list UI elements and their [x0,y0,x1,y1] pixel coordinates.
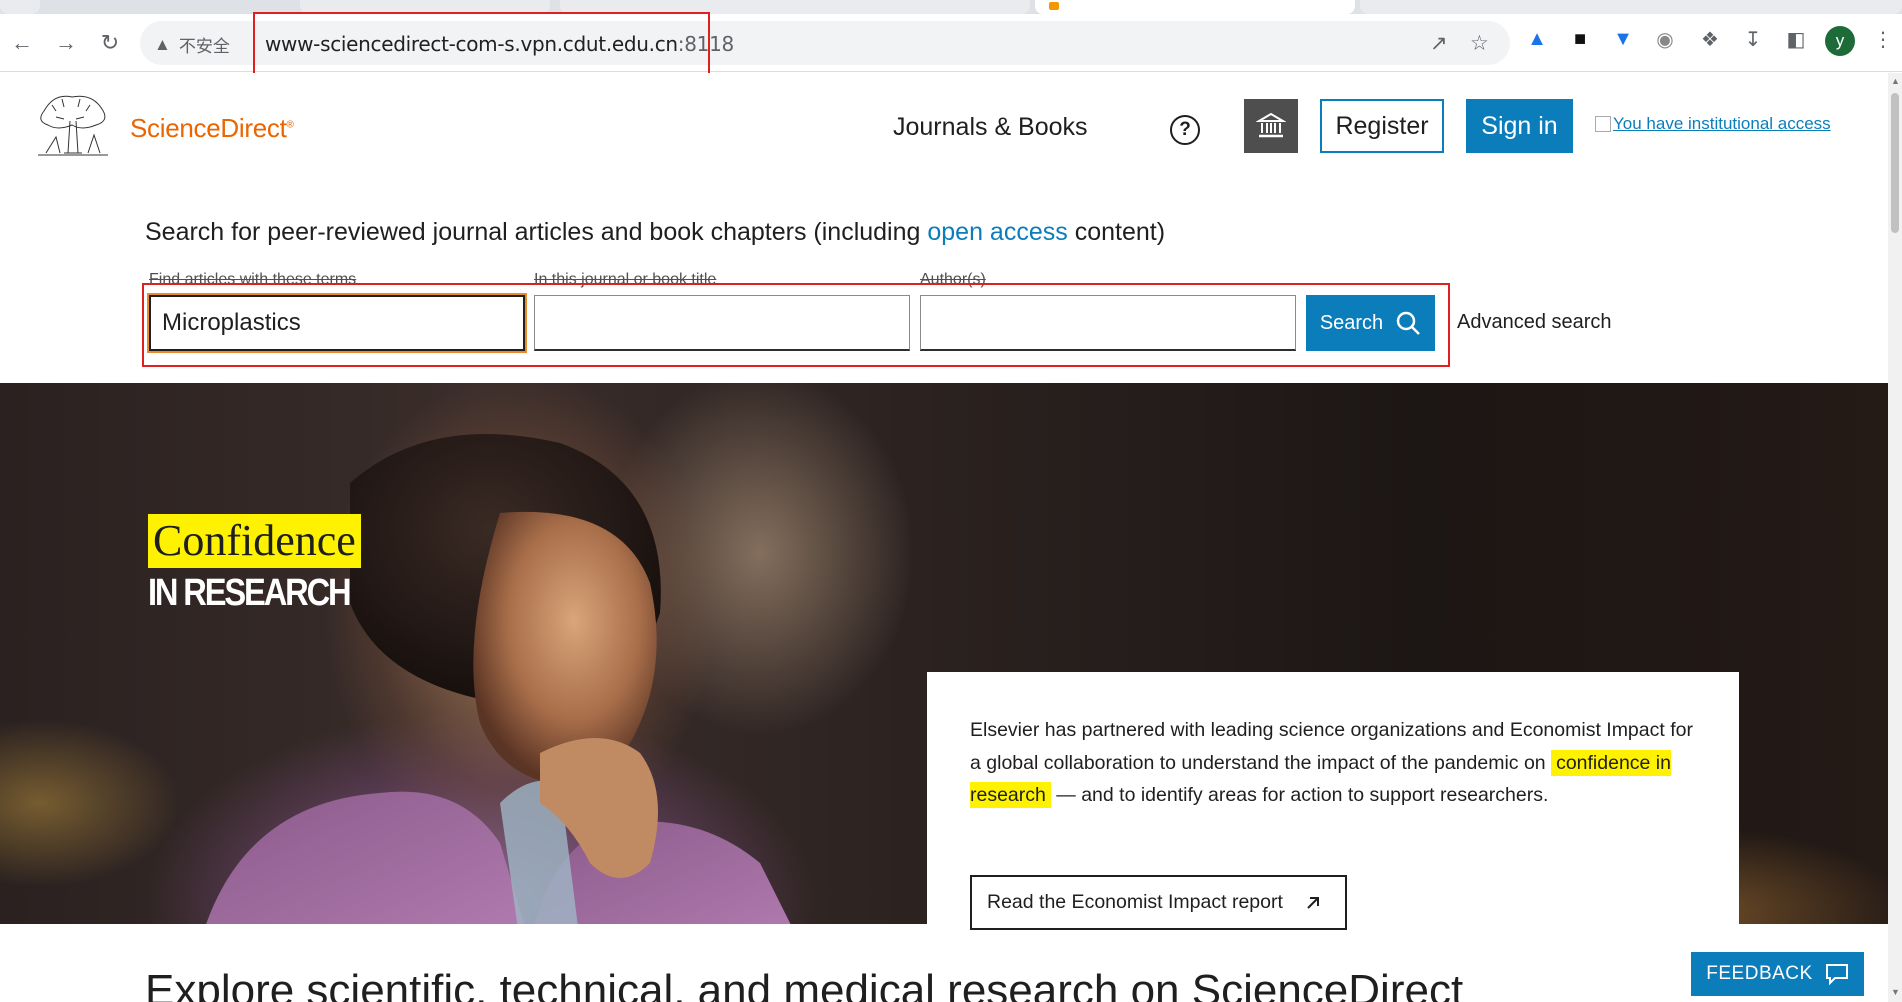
bookmark-star-icon[interactable]: ☆ [1470,31,1489,56]
scroll-thumb[interactable] [1891,93,1899,233]
researcher-photo [206,434,791,924]
report-button-label: Read the Economist Impact report [987,891,1283,913]
tab-favicon-icon [1049,2,1059,10]
journals-books-link[interactable]: Journals & Books [893,113,1088,142]
search-heading-prefix: Search for peer-reviewed journal article… [145,218,928,246]
institution-button[interactable] [1244,99,1298,153]
browser-toolbar: ← → ↻ ▲ 不安全 www-sciencedirect-com-s.vpn.… [0,14,1902,72]
share-icon[interactable]: ↗ [1430,31,1448,56]
chat-bubble-icon [1825,964,1848,985]
institutional-access-link[interactable]: You have institutional access [1595,114,1831,134]
extension-icon[interactable]: ▲ [1524,26,1550,52]
warning-icon: ▲ [154,34,171,54]
profile-avatar[interactable]: y [1825,26,1855,56]
help-icon[interactable]: ? [1170,115,1200,145]
search-heading-suffix: content) [1067,218,1166,246]
search-button[interactable]: Search [1306,295,1435,351]
institution-building-icon [1256,112,1286,138]
extension-icon[interactable]: ■ [1567,26,1593,52]
browser-tab[interactable] [560,0,1030,14]
hero-card: Elsevier has partnered with leading scie… [927,672,1739,974]
hero-description: Elsevier has partnered with leading scie… [970,714,1700,812]
confidence-title: Confidence [148,514,361,568]
author-field-label: Author(s) [920,271,986,288]
journal-title-input[interactable] [534,295,910,351]
url-host: www-sciencedirect-com-s.vpn.cdut.edu.cn [265,32,678,56]
search-heading: Search for peer-reviewed journal article… [145,218,1165,247]
browser-tab-active[interactable] [1035,0,1355,14]
terms-field-label: Find articles with these terms [149,271,357,288]
security-label: 不安全 [178,37,230,56]
search-button-label: Search [1319,311,1384,334]
registered-mark: ® [286,119,294,131]
extension-icon[interactable]: ◉ [1652,26,1678,52]
forward-icon[interactable]: → [51,28,81,58]
elsevier-tree-logo-icon[interactable] [34,91,112,157]
browser-tab[interactable] [1360,0,1902,14]
advanced-search-link[interactable]: Advanced search [1457,311,1612,334]
explore-heading: Explore scientific, technical, and medic… [145,966,1464,1002]
browser-tab[interactable] [0,0,40,14]
side-panel-icon[interactable]: ◧ [1783,26,1809,52]
author-input[interactable] [920,295,1296,351]
journal-field-label: In this journal or book title [534,271,717,288]
extension-icon[interactable]: ▼ [1610,26,1636,52]
scroll-down-icon[interactable]: ▼ [1891,987,1900,997]
browser-tab[interactable] [300,0,550,14]
feedback-button[interactable]: FEEDBACK [1691,952,1864,996]
hero-text-part2: — and to identify areas for action to su… [1050,784,1549,806]
logo-text: ScienceDirect [130,113,287,143]
url-text[interactable]: www-sciencedirect-com-s.vpn.cdut.edu.cn:… [265,32,734,56]
sciencedirect-logo[interactable]: ScienceDirect® [130,113,294,144]
search-icon [1396,311,1421,335]
register-button[interactable]: Register [1320,99,1444,153]
feedback-label: FEEDBACK [1706,963,1813,984]
terms-search-input[interactable] [149,295,525,351]
page-viewport: ScienceDirect® Journals & Books ? Regist… [0,73,1888,1002]
scroll-up-icon[interactable]: ▲ [1891,76,1900,86]
puzzle-icon[interactable]: ❖ [1697,26,1723,52]
sign-in-button[interactable]: Sign in [1466,99,1573,153]
reload-icon[interactable]: ↻ [95,28,125,58]
download-icon[interactable]: ↧ [1740,26,1766,52]
menu-kebab-icon[interactable]: ⋮ [1870,26,1896,52]
economist-report-button[interactable]: Read the Economist Impact report [970,875,1347,930]
in-research-title: IN RESEARCH [148,572,352,614]
address-bar[interactable]: ▲ 不安全 www-sciencedirect-com-s.vpn.cdut.e… [140,21,1510,65]
back-icon[interactable]: ← [7,28,37,58]
security-indicator[interactable]: ▲ 不安全 [154,32,230,57]
browser-tab-strip [0,0,1902,14]
external-arrow-icon [1307,896,1319,909]
broken-image-icon [1595,116,1611,132]
institutional-access-text: You have institutional access [1613,114,1831,133]
page-scrollbar[interactable]: ▲ ▼ [1888,73,1902,1002]
open-access-link[interactable]: open access [927,218,1067,246]
url-port: :8118 [677,32,734,56]
